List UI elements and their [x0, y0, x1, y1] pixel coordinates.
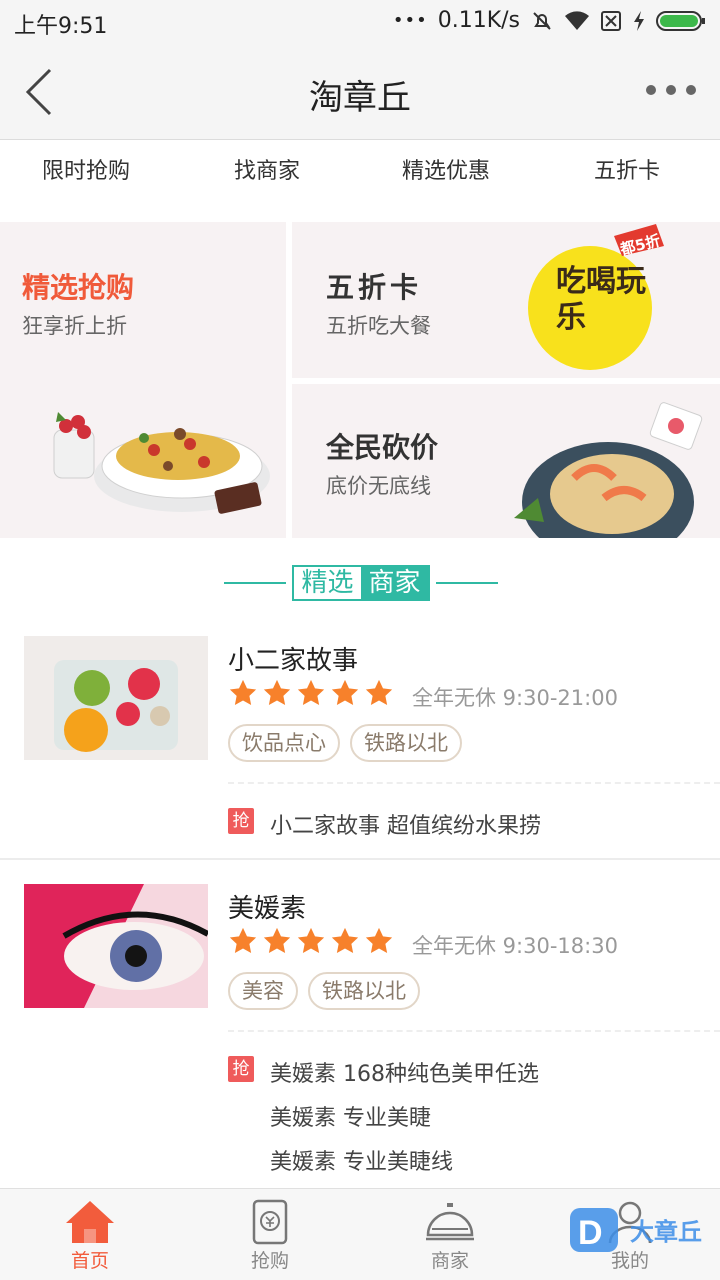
star-icon	[365, 927, 393, 953]
badge-main-text: 吃喝玩乐	[556, 264, 646, 335]
deal-badge: 抢	[228, 808, 254, 834]
tab-selected-offers[interactable]: 精选优惠	[402, 153, 490, 185]
star-icon	[297, 679, 325, 705]
merchant-name: 美媛素	[228, 894, 307, 924]
merchant-tag[interactable]: 美容	[228, 972, 298, 1010]
merchant-tag[interactable]: 铁路以北	[350, 724, 462, 762]
home-icon	[66, 1201, 114, 1243]
tab-find-merchant[interactable]: 找商家	[234, 153, 300, 185]
merchant-rating	[228, 678, 394, 708]
network-speed: 0.11K/s	[437, 8, 520, 33]
tab-half-price-card[interactable]: 五折卡	[594, 153, 660, 185]
nav-merchants[interactable]: 商家	[360, 1189, 540, 1280]
nav-merchants-label: 商家	[430, 1250, 469, 1272]
promo-flash-title: 精选抢购	[22, 271, 135, 304]
merchant-tag[interactable]: 饮品点心	[228, 724, 340, 762]
promo-card-bargain[interactable]: 全民砍价 底价无底线	[292, 384, 720, 538]
watermark-logo: D 大章丘	[570, 1204, 720, 1256]
section-title-word2: 商家	[361, 567, 428, 599]
star-icon	[297, 927, 325, 953]
merchant-tags: 美容 铁路以北	[228, 972, 420, 1010]
charging-icon	[634, 10, 644, 31]
promo-card-flash[interactable]: 精选抢购 狂享折上折	[0, 222, 286, 538]
category-tabs: 限时抢购 找商家 精选优惠 五折卡	[0, 141, 720, 197]
nav-home-label: 首页	[70, 1250, 109, 1272]
deal-link[interactable]: 小二家故事 超值缤纷水果捞	[270, 808, 541, 840]
promo-grid: 精选抢购 狂享折上折 五折卡 五折吃大餐 吃喝玩乐 都5折 全民砍价 底价无底线	[0, 222, 720, 538]
battery-icon	[656, 10, 705, 31]
merchant-tag[interactable]: 铁路以北	[308, 972, 420, 1010]
promo-card-half-price[interactable]: 五折卡 五折吃大餐 吃喝玩乐 都5折	[292, 222, 720, 378]
merchant-card[interactable]: 美媛素 全年无休 9:30-18:30 美容 铁路以北 抢 美媛素 168种纯色…	[0, 868, 720, 1186]
merchant-thumbnail	[24, 884, 208, 1008]
star-icon	[365, 679, 393, 705]
mute-bell-icon	[533, 11, 551, 30]
star-icon	[331, 927, 359, 953]
sim-none-icon	[601, 10, 621, 31]
deal-link[interactable]: 美媛素 168种纯色美甲任选	[270, 1056, 539, 1088]
service-bell-icon	[426, 1203, 474, 1241]
merchant-name: 小二家故事	[228, 646, 359, 676]
star-icon	[229, 927, 257, 953]
section-line-right	[436, 582, 498, 584]
status-bar: 上午9:51 ••• 0.11K/s	[0, 0, 720, 44]
nav-home[interactable]: 首页	[0, 1189, 180, 1280]
tab-flash-sale[interactable]: 限时抢购	[42, 153, 130, 185]
dashed-divider	[228, 1030, 720, 1032]
status-icons: ••• 0.11K/s	[393, 8, 706, 33]
wifi-icon	[565, 10, 589, 30]
section-title-word1: 精选	[301, 568, 354, 598]
svg-text:D: D	[578, 1214, 603, 1252]
promo-bargain-title: 全民砍价	[326, 431, 439, 464]
section-line-left	[224, 582, 286, 584]
merchant-separator	[0, 858, 720, 860]
merchant-hours: 全年无休 9:30-18:30	[412, 934, 618, 958]
nav-flash-sale-label: 抢购	[250, 1250, 289, 1272]
overflow-dots: •••	[392, 10, 428, 31]
deal-badge: 抢	[228, 1056, 254, 1082]
app-header: 淘章丘	[0, 44, 720, 140]
promo-flash-subtitle: 狂享折上折	[22, 314, 127, 338]
shrimp-noodle-image	[514, 402, 703, 538]
star-icon	[229, 679, 257, 705]
section-title-box: 精选 商家	[292, 565, 430, 601]
page-title: 淘章丘	[309, 78, 411, 118]
deal-link[interactable]: 美媛素 专业美睫	[270, 1100, 431, 1132]
ticket-icon	[252, 1199, 288, 1245]
merchant-tags: 饮品点心 铁路以北	[228, 724, 462, 762]
merchant-rating	[228, 926, 394, 956]
merchant-thumbnail	[24, 636, 208, 760]
promo-half-title: 五折卡	[326, 271, 423, 304]
star-icon	[263, 679, 291, 705]
more-options-icon[interactable]	[644, 80, 698, 100]
star-icon	[331, 679, 359, 705]
promo-bargain-subtitle: 底价无底线	[326, 474, 431, 498]
watermark-text: 大章丘	[630, 1218, 702, 1246]
promo-half-subtitle: 五折吃大餐	[326, 314, 431, 338]
section-title-selected-merchants: 精选 商家	[0, 563, 720, 603]
pasta-dish-image	[53, 412, 270, 514]
status-time: 上午9:51	[14, 14, 108, 39]
deal-link[interactable]: 美媛素 专业美睫线	[270, 1144, 453, 1176]
dashed-divider	[228, 782, 720, 784]
nav-flash-sale[interactable]: 抢购	[180, 1189, 360, 1280]
star-icon	[263, 927, 291, 953]
merchant-hours: 全年无休 9:30-21:00	[412, 686, 618, 710]
merchant-card[interactable]: 小二家故事 全年无休 9:30-21:00 饮品点心 铁路以北 抢 小二家故事 …	[0, 620, 720, 858]
